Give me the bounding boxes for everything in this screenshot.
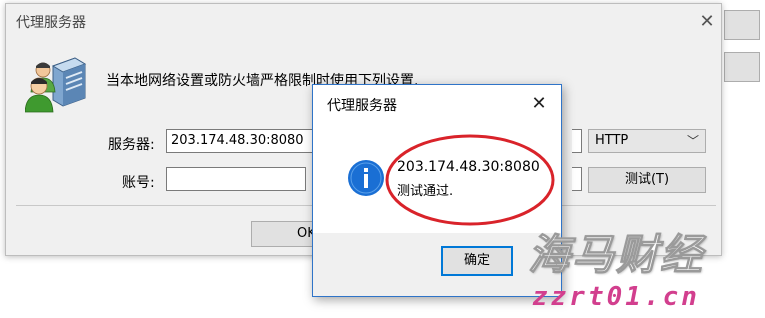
protocol-select[interactable]: HTTP ﹀ — [588, 129, 706, 153]
port-input[interactable] — [572, 129, 582, 153]
network-users-server-icon — [25, 57, 87, 113]
close-icon[interactable]: ✕ — [528, 93, 550, 115]
account-input[interactable] — [166, 167, 306, 191]
dialog-title: 代理服务器 — [327, 98, 397, 114]
watermark-url: zzrt01.cn — [532, 282, 700, 312]
chevron-down-icon: ﹀ — [686, 134, 699, 148]
background-button[interactable] — [724, 10, 760, 40]
protocol-value: HTTP — [595, 133, 629, 148]
highlight-annotation — [385, 134, 555, 226]
confirm-button[interactable]: 确定 — [441, 246, 513, 276]
background-window — [722, 0, 765, 318]
background-button[interactable] — [724, 52, 760, 82]
info-icon — [348, 160, 384, 196]
password-input[interactable] — [572, 167, 582, 191]
window-title: 代理服务器 — [16, 15, 86, 31]
server-label: 服务器: — [108, 137, 155, 153]
server-input[interactable]: 203.174.48.30:8080 — [166, 129, 316, 153]
test-button[interactable]: 测试(T) — [588, 167, 706, 193]
close-icon[interactable]: ✕ — [696, 11, 718, 33]
watermark-logo: 海马财经 — [527, 230, 705, 280]
dialog-footer — [313, 233, 561, 296]
account-label: 账号: — [122, 175, 155, 191]
